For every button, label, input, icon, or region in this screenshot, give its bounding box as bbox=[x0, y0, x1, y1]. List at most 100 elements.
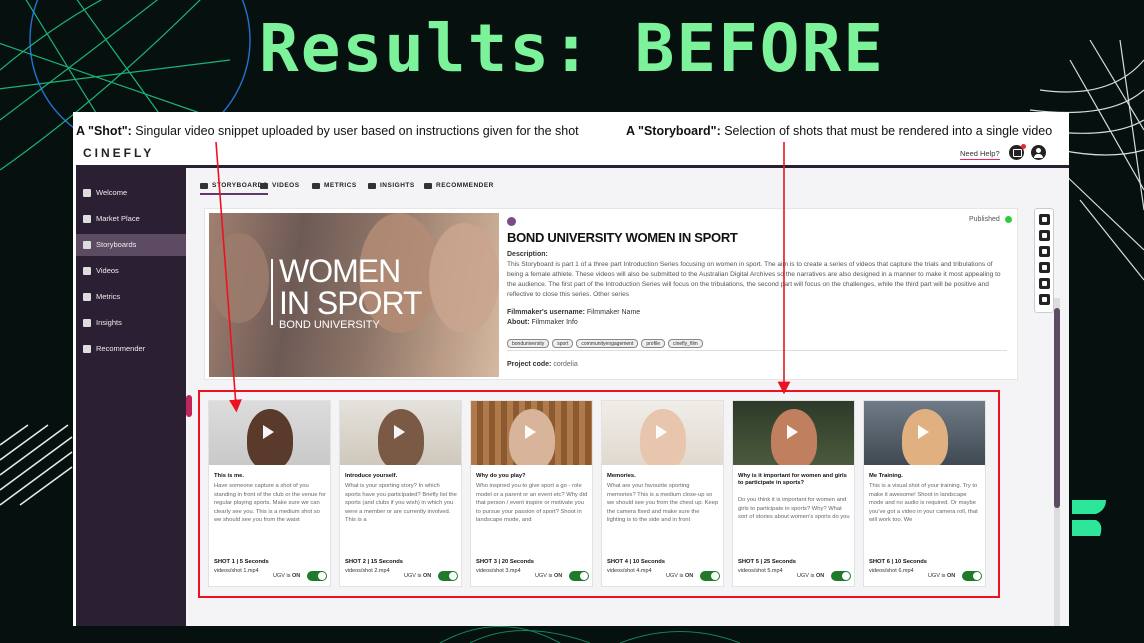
document-tool-icon[interactable] bbox=[1039, 294, 1050, 305]
side-toolbar bbox=[1034, 208, 1054, 313]
storyboard-title: BOND UNIVERSITY WOMEN IN SPORT bbox=[507, 230, 738, 245]
user-tool-icon[interactable] bbox=[1039, 214, 1050, 225]
collapse-sidebar-handle[interactable] bbox=[186, 395, 192, 417]
status-dot-icon bbox=[1005, 216, 1012, 223]
ugv-toggle[interactable] bbox=[569, 571, 589, 581]
shot-card[interactable]: Me Training. This is a visual shot of you… bbox=[863, 400, 986, 587]
ugv-toggle[interactable] bbox=[438, 571, 458, 581]
store-icon bbox=[83, 215, 91, 223]
shot-title: Introduce yourself. bbox=[345, 473, 398, 479]
sidebar-item-label: Storyboards bbox=[96, 240, 137, 249]
tab-recommender[interactable]: RECOMMENDER bbox=[424, 177, 494, 195]
storyboard-hero-image[interactable]: WOMEN IN SPORT BOND UNIVERSITY bbox=[209, 213, 499, 377]
list-tool-icon[interactable] bbox=[1039, 246, 1050, 257]
about-label: About: bbox=[507, 319, 530, 326]
home-icon bbox=[83, 189, 91, 197]
shot-thumbnail[interactable] bbox=[340, 401, 461, 465]
sidebar-item-storyboards[interactable]: Storyboards bbox=[76, 234, 186, 256]
tag-chip[interactable]: profile bbox=[641, 339, 665, 348]
ugv-toggle[interactable] bbox=[307, 571, 327, 581]
ugv-label: UGV is bbox=[404, 573, 422, 579]
shot-thumbnail[interactable] bbox=[209, 401, 330, 465]
storyboard-badge-icon bbox=[507, 217, 516, 226]
play-icon[interactable] bbox=[394, 425, 405, 439]
sidebar-item-recommender[interactable]: Recommender bbox=[76, 338, 186, 360]
tab-insights[interactable]: INSIGHTS bbox=[368, 177, 415, 195]
tab-metrics[interactable]: METRICS bbox=[312, 177, 357, 195]
shot-title: Why is it important for women and girls … bbox=[738, 473, 847, 486]
sidebar-item-market-place[interactable]: Market Place bbox=[76, 208, 186, 230]
recommender-tab-icon bbox=[424, 183, 432, 189]
shot-title: This is me. bbox=[214, 473, 244, 479]
ugv-state: ON bbox=[684, 573, 694, 579]
tab-storyboards[interactable]: STORYBOARDS bbox=[200, 177, 268, 195]
shot-description: What is your sporting story? In which sp… bbox=[345, 483, 457, 523]
hero-photo-figure bbox=[429, 223, 499, 333]
shot-card[interactable]: Introduce yourself. What is your sporting… bbox=[339, 400, 462, 587]
hero-title-line1: WOMEN bbox=[279, 253, 401, 289]
sidebar-item-metrics[interactable]: Metrics bbox=[76, 286, 186, 308]
ugv-state: ON bbox=[815, 573, 825, 579]
person-icon bbox=[83, 345, 91, 353]
need-help-link[interactable]: Need Help? bbox=[960, 149, 1000, 160]
ugv-status: UGV is ON bbox=[273, 573, 300, 579]
copy-tool-icon[interactable] bbox=[1039, 262, 1050, 273]
shot-title: Me Training. bbox=[869, 473, 903, 479]
shot-file-path: videos/shot 5.mp4 bbox=[738, 568, 783, 574]
sidebar-item-label: Recommender bbox=[96, 344, 146, 353]
scrollbar-thumb[interactable] bbox=[1054, 308, 1060, 508]
hero-photo-figure bbox=[209, 233, 269, 323]
shot-card[interactable]: This is me. Have someone capture a shot o… bbox=[208, 400, 331, 587]
tag-chip[interactable]: sport bbox=[552, 339, 574, 348]
tag-chip[interactable]: cinefly_film bbox=[667, 339, 703, 348]
ugv-state: ON bbox=[553, 573, 563, 579]
play-icon[interactable] bbox=[263, 425, 274, 439]
sidebar-item-insights[interactable]: Insights bbox=[76, 312, 186, 334]
ugv-toggle[interactable] bbox=[700, 571, 720, 581]
ugv-label: UGV is bbox=[928, 573, 946, 579]
filmmaker-row: Filmmaker's username: Filmmaker Name bbox=[507, 309, 640, 316]
video-icon bbox=[83, 267, 91, 275]
play-icon[interactable] bbox=[656, 425, 667, 439]
ugv-toggle[interactable] bbox=[831, 571, 851, 581]
shot-card[interactable]: Why is it important for women and girls … bbox=[732, 400, 855, 587]
shot-file-path: videos/shot 3.mp4 bbox=[476, 568, 521, 574]
storyboard-definition: Selection of shots that must be rendered… bbox=[720, 124, 1053, 138]
tab-label: RECOMMENDER bbox=[436, 182, 494, 189]
project-code-label: Project code: bbox=[507, 361, 552, 368]
shot-thumbnail[interactable] bbox=[864, 401, 985, 465]
tab-videos[interactable]: VIDEOS bbox=[260, 177, 300, 195]
play-icon[interactable] bbox=[918, 425, 929, 439]
metrics-tab-icon bbox=[312, 183, 320, 189]
shot-number-duration: SHOT 6 | 10 Seconds bbox=[869, 559, 928, 565]
hand-tool-icon[interactable] bbox=[1039, 278, 1050, 289]
shot-card[interactable]: Memories. What are your favourite sportin… bbox=[601, 400, 724, 587]
play-icon[interactable] bbox=[787, 425, 798, 439]
shot-thumbnail[interactable] bbox=[471, 401, 592, 465]
sidebar-item-videos[interactable]: Videos bbox=[76, 260, 186, 282]
insights-tab-icon bbox=[368, 183, 376, 189]
user-avatar-icon[interactable] bbox=[1031, 145, 1046, 160]
ugv-status: UGV is ON bbox=[404, 573, 431, 579]
sidebar: Welcome Market Place Storyboards Videos Metr… bbox=[76, 168, 186, 626]
ugv-toggle[interactable] bbox=[962, 571, 982, 581]
app-logo[interactable]: CINEFLY bbox=[83, 146, 154, 160]
ugv-label: UGV is bbox=[273, 573, 291, 579]
tag-chip[interactable]: bonduniversity bbox=[507, 339, 550, 348]
list-tool-icon[interactable] bbox=[1039, 230, 1050, 241]
shot-thumbnail[interactable] bbox=[733, 401, 854, 465]
play-icon[interactable] bbox=[525, 425, 536, 439]
ugv-label: UGV is bbox=[535, 573, 553, 579]
shot-title: Memories. bbox=[607, 473, 636, 479]
shot-number-duration: SHOT 2 | 15 Seconds bbox=[345, 559, 404, 565]
storyboard-term: A "Storyboard": bbox=[626, 124, 721, 138]
tag-chip[interactable]: communityengagement bbox=[576, 339, 639, 348]
shot-description: Have someone capture a shot of you stand… bbox=[214, 483, 326, 523]
shot-card[interactable]: Why do you play? Who inspired you to give… bbox=[470, 400, 593, 587]
storyboards-tab-icon bbox=[200, 183, 208, 189]
shot-thumbnail[interactable] bbox=[602, 401, 723, 465]
shot-number-duration: SHOT 5 | 25 Seconds bbox=[738, 559, 797, 565]
chart-icon bbox=[83, 293, 91, 301]
sidebar-item-welcome[interactable]: Welcome bbox=[76, 182, 186, 204]
storyboard-description: This Storyboard is part 1 of a three par… bbox=[507, 261, 1001, 298]
